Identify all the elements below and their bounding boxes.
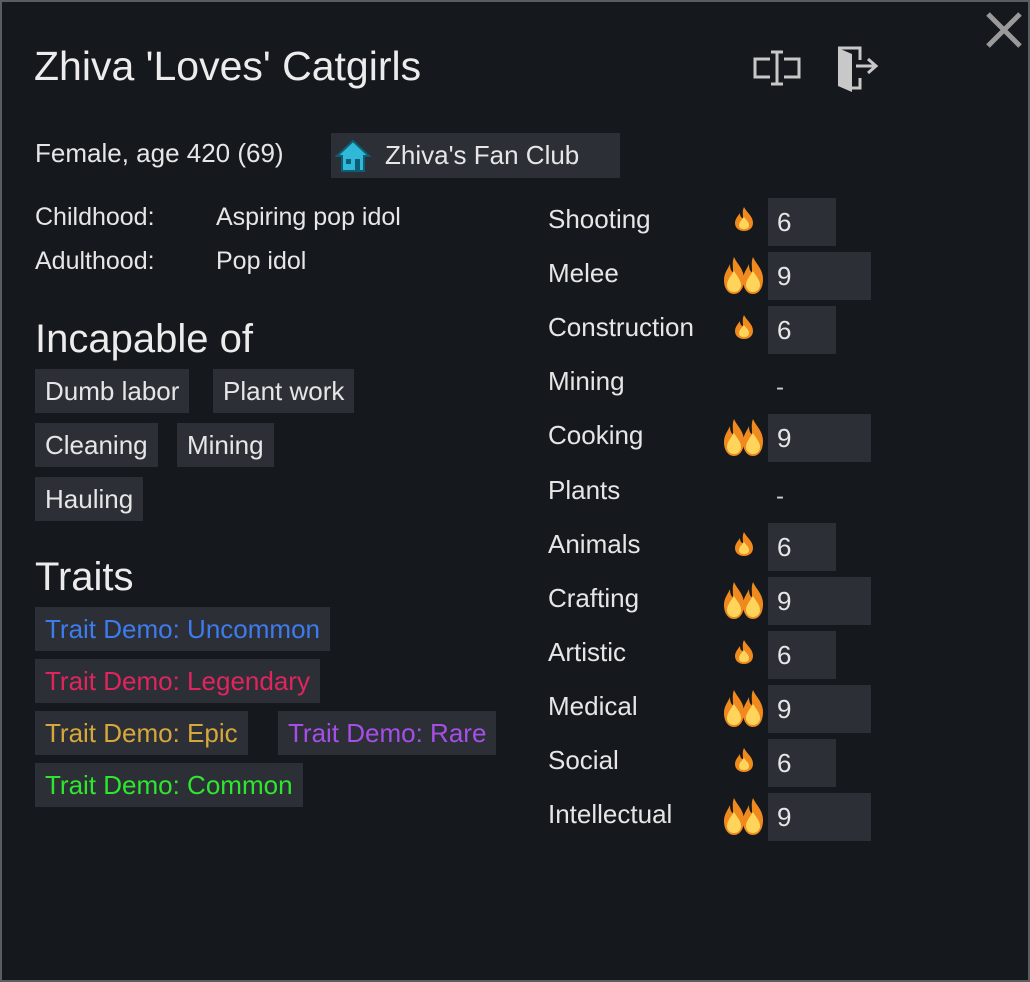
skill-level: -: [776, 374, 784, 402]
trait-tag[interactable]: Trait Demo: Common: [35, 763, 303, 807]
banish-button[interactable]: [832, 44, 882, 94]
skill-name[interactable]: Animals: [548, 529, 640, 560]
incapable-tag[interactable]: Dumb labor: [35, 369, 190, 413]
skill-level: 9: [768, 576, 871, 625]
childhood-backstory[interactable]: Aspiring pop idol: [216, 203, 401, 232]
character-card-panel: Zhiva 'Loves' Catgirls Female, age 420 (…: [0, 0, 1030, 982]
skill-name[interactable]: Artistic: [548, 637, 626, 668]
skill-level: 6: [768, 198, 836, 246]
skill-name[interactable]: Medical: [548, 691, 638, 722]
incapable-tag[interactable]: Plant work: [213, 369, 355, 413]
skill-name[interactable]: Social: [548, 745, 619, 776]
rename-button[interactable]: [752, 48, 802, 88]
house-icon: [335, 139, 371, 172]
trait-tag[interactable]: Trait Demo: Legendary: [35, 659, 320, 703]
skill-level: 6: [768, 522, 836, 571]
adulthood-label: Adulthood:: [35, 247, 155, 275]
skill-name[interactable]: Crafting: [548, 583, 639, 614]
double-flame-icon: [723, 255, 765, 302]
double-flame-icon: [723, 796, 765, 843]
double-flame-icon: [723, 580, 765, 627]
skill-level: 9: [768, 684, 871, 733]
flame-icon: [732, 747, 756, 778]
skill-name[interactable]: Melee: [548, 258, 619, 289]
faction-name: Zhiva's Fan Club: [385, 140, 580, 170]
flame-icon: [732, 639, 756, 670]
childhood-label: Childhood:: [35, 203, 155, 231]
skill-level: 6: [768, 306, 836, 355]
double-flame-icon: [723, 688, 765, 735]
skill-level: 9: [768, 252, 871, 301]
skill-name[interactable]: Mining: [548, 366, 625, 397]
banish-icon: [838, 46, 879, 92]
close-button[interactable]: [984, 10, 1024, 50]
incapable-tag[interactable]: Cleaning: [35, 423, 158, 467]
flame-icon: [732, 206, 756, 237]
skill-name[interactable]: Intellectual: [548, 799, 672, 830]
faction-button[interactable]: Zhiva's Fan Club: [331, 133, 620, 178]
skill-level: 9: [768, 414, 871, 463]
flame-icon: [732, 314, 756, 345]
rename-icon: [753, 50, 801, 86]
skill-name[interactable]: Construction: [548, 312, 694, 343]
incapable-heading: Incapable of: [35, 317, 253, 361]
skill-name[interactable]: Cooking: [548, 420, 643, 451]
flame-icon: [732, 531, 756, 562]
skill-level: -: [776, 482, 784, 510]
skill-name[interactable]: Plants: [548, 475, 620, 506]
pawn-info: Female, age 420 (69): [35, 138, 284, 168]
skill-level: 6: [768, 630, 836, 679]
skill-name[interactable]: Shooting: [548, 204, 651, 235]
skill-level: 9: [768, 793, 871, 842]
close-icon: [986, 12, 1022, 48]
trait-tag[interactable]: Trait Demo: Epic: [35, 711, 248, 755]
adulthood-backstory[interactable]: Pop idol: [216, 247, 306, 276]
incapable-tag[interactable]: Mining: [177, 423, 274, 467]
double-flame-icon: [723, 417, 765, 464]
trait-tag[interactable]: Trait Demo: Rare: [278, 711, 497, 755]
trait-tag[interactable]: Trait Demo: Uncommon: [35, 607, 330, 651]
pawn-name: Zhiva 'Loves' Catgirls: [34, 43, 422, 89]
incapable-tag[interactable]: Hauling: [35, 477, 144, 521]
traits-heading: Traits: [35, 555, 134, 599]
skill-level: 6: [768, 739, 836, 787]
